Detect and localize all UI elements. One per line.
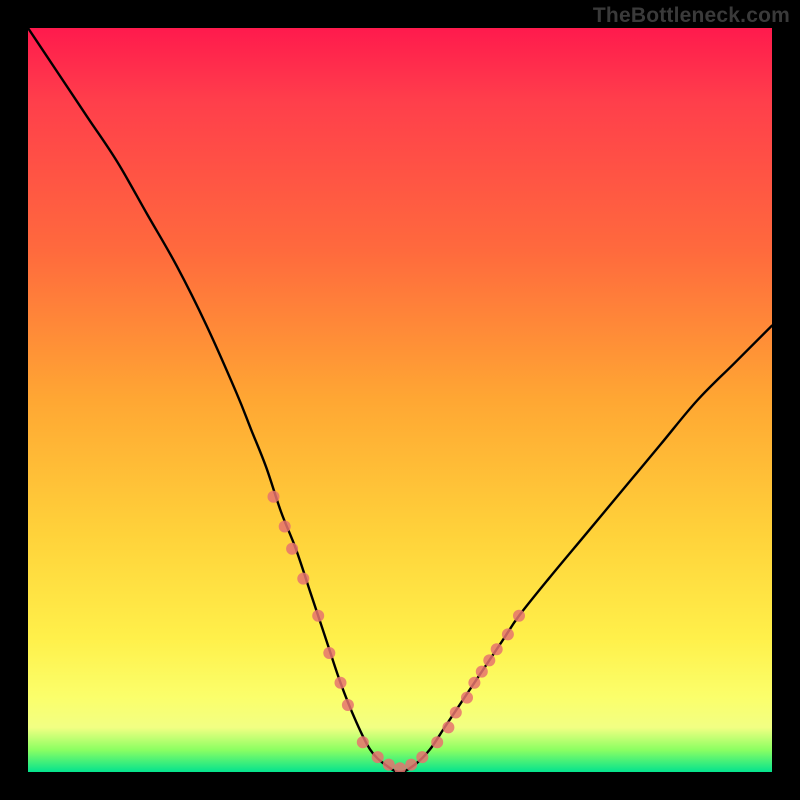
curve-marker-dot (312, 610, 324, 622)
curve-marker-dot (450, 707, 462, 719)
curve-layer-svg (28, 28, 772, 772)
curve-marker-dot (513, 610, 525, 622)
curve-marker-dot (268, 491, 280, 503)
curve-marker-dot (335, 677, 347, 689)
curve-marker-dot (383, 759, 395, 771)
curve-marker-dot (416, 751, 428, 763)
curve-marker-dot (461, 692, 473, 704)
curve-marker-dot (297, 573, 309, 585)
curve-marker-dot (468, 677, 480, 689)
bottleneck-curve (28, 28, 772, 772)
watermark-text: TheBottleneck.com (593, 4, 790, 28)
curve-marker-dot (357, 736, 369, 748)
curve-marker-group (268, 491, 526, 772)
curve-marker-dot (442, 721, 454, 733)
curve-marker-dot (279, 521, 291, 533)
plot-area (28, 28, 772, 772)
curve-marker-dot (286, 543, 298, 555)
curve-marker-dot (431, 736, 443, 748)
curve-marker-dot (483, 654, 495, 666)
curve-marker-dot (491, 643, 503, 655)
curve-marker-dot (405, 759, 417, 771)
outer-frame: TheBottleneck.com (0, 0, 800, 800)
curve-marker-dot (342, 699, 354, 711)
curve-marker-dot (394, 762, 406, 772)
curve-marker-dot (502, 628, 514, 640)
curve-marker-dot (476, 666, 488, 678)
curve-marker-dot (323, 647, 335, 659)
curve-marker-dot (372, 751, 384, 763)
